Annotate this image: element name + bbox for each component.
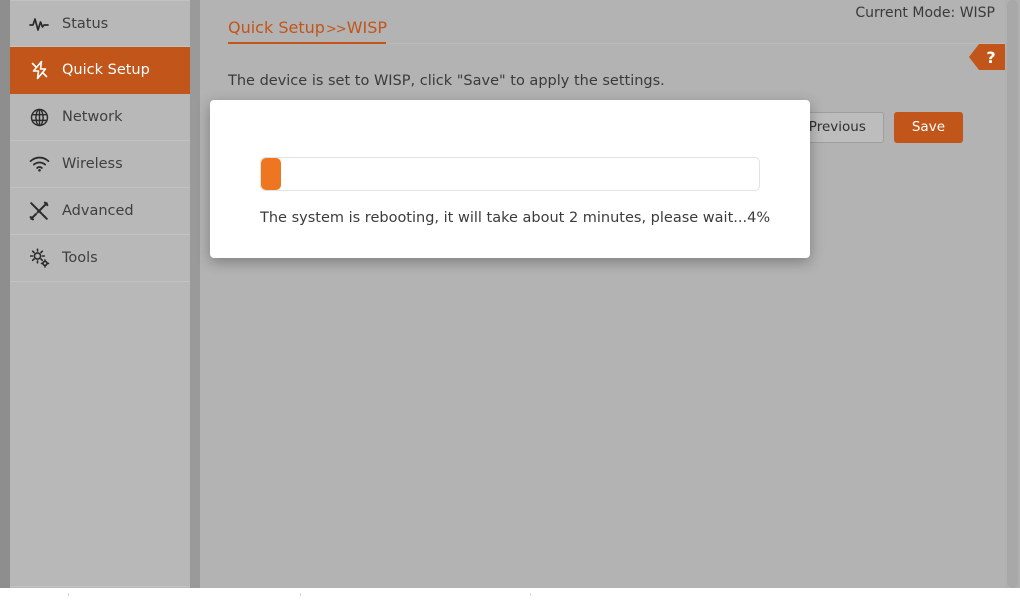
reboot-progress-message: The system is rebooting, it will take ab… [260,210,771,226]
sidebar-content-divider [190,0,200,588]
sidebar-item-status[interactable]: Status [10,0,190,47]
breadcrumb: Quick Setup >> WISP [228,18,387,37]
breadcrumb-separator: >> [325,22,347,37]
wizard-button-row: Previous Save [790,112,963,143]
page-body: Status Quick Setup Network Wireless Adva… [0,0,1020,588]
help-button[interactable]: ? [969,44,1005,70]
sidebar-nav: Status Quick Setup Network Wireless Adva… [10,0,190,588]
sidebar-item-label: Tools [62,250,98,266]
reboot-progress-fill [261,158,281,190]
sidebar-item-label: Advanced [62,203,134,219]
breadcrumb-item-wisp[interactable]: WISP [347,18,387,37]
footer-tick [68,593,69,596]
footer-tick [530,593,531,596]
vertical-scrollbar[interactable] [1005,0,1020,588]
footer-tick [300,593,301,596]
sidebar-item-tools[interactable]: Tools [10,235,190,282]
breadcrumb-underline-rest [386,43,1005,44]
sidebar-item-wireless[interactable]: Wireless [10,141,190,188]
sidebar-empty-space [10,282,190,587]
gears-icon [26,246,52,270]
sidebar-item-label: Status [62,15,109,32]
scrollbar-thumb[interactable] [1007,0,1018,588]
breadcrumb-item-quick-setup[interactable]: Quick Setup [228,18,325,37]
sidebar-item-advanced[interactable]: Advanced [10,188,190,235]
pulse-icon [26,12,52,36]
router-web-ui: Status Quick Setup Network Wireless Adva… [0,0,1020,600]
footer-strip [0,588,1020,600]
tools-icon [26,199,52,223]
question-mark-icon: ? [986,47,996,67]
breadcrumb-bar: Quick Setup >> WISP [200,18,1005,44]
globe-icon [26,105,52,129]
sidebar-item-quick-setup[interactable]: Quick Setup [10,47,190,94]
sidebar-item-network[interactable]: Network [10,94,190,141]
reboot-progress-bar [260,157,760,191]
sidebar-item-label: Quick Setup [62,62,150,78]
wifi-icon [26,152,52,176]
left-gutter [0,0,10,588]
info-text: The device is set to WISP, click "Save" … [228,73,665,89]
breadcrumb-underline-active [228,42,386,44]
content-area: Current Mode: WISP Quick Setup >> WISP ?… [200,0,1005,588]
save-button[interactable]: Save [893,112,963,143]
reboot-progress-dialog: The system is rebooting, it will take ab… [210,100,810,258]
sidebar-item-label: Wireless [62,156,123,172]
bolt-icon [26,58,52,82]
sidebar-item-label: Network [62,109,123,125]
